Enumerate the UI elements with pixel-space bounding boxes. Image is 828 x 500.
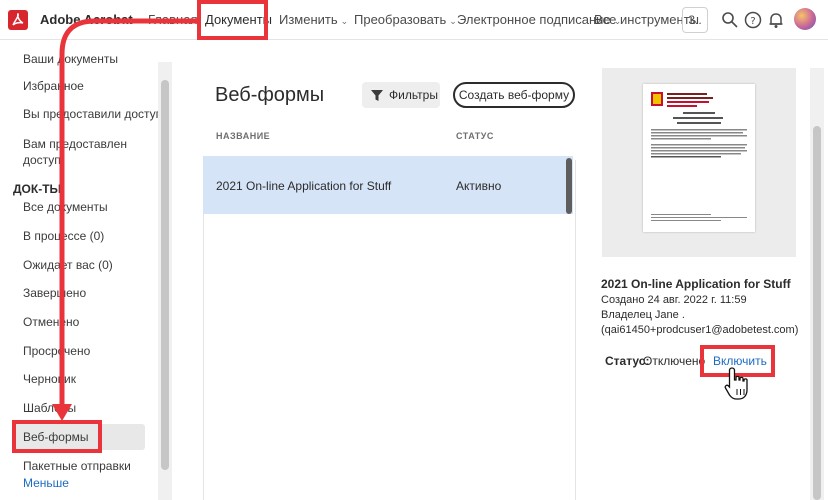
annotation-arrow [52, 18, 197, 421]
hand-pointer-cursor-icon [724, 367, 748, 400]
